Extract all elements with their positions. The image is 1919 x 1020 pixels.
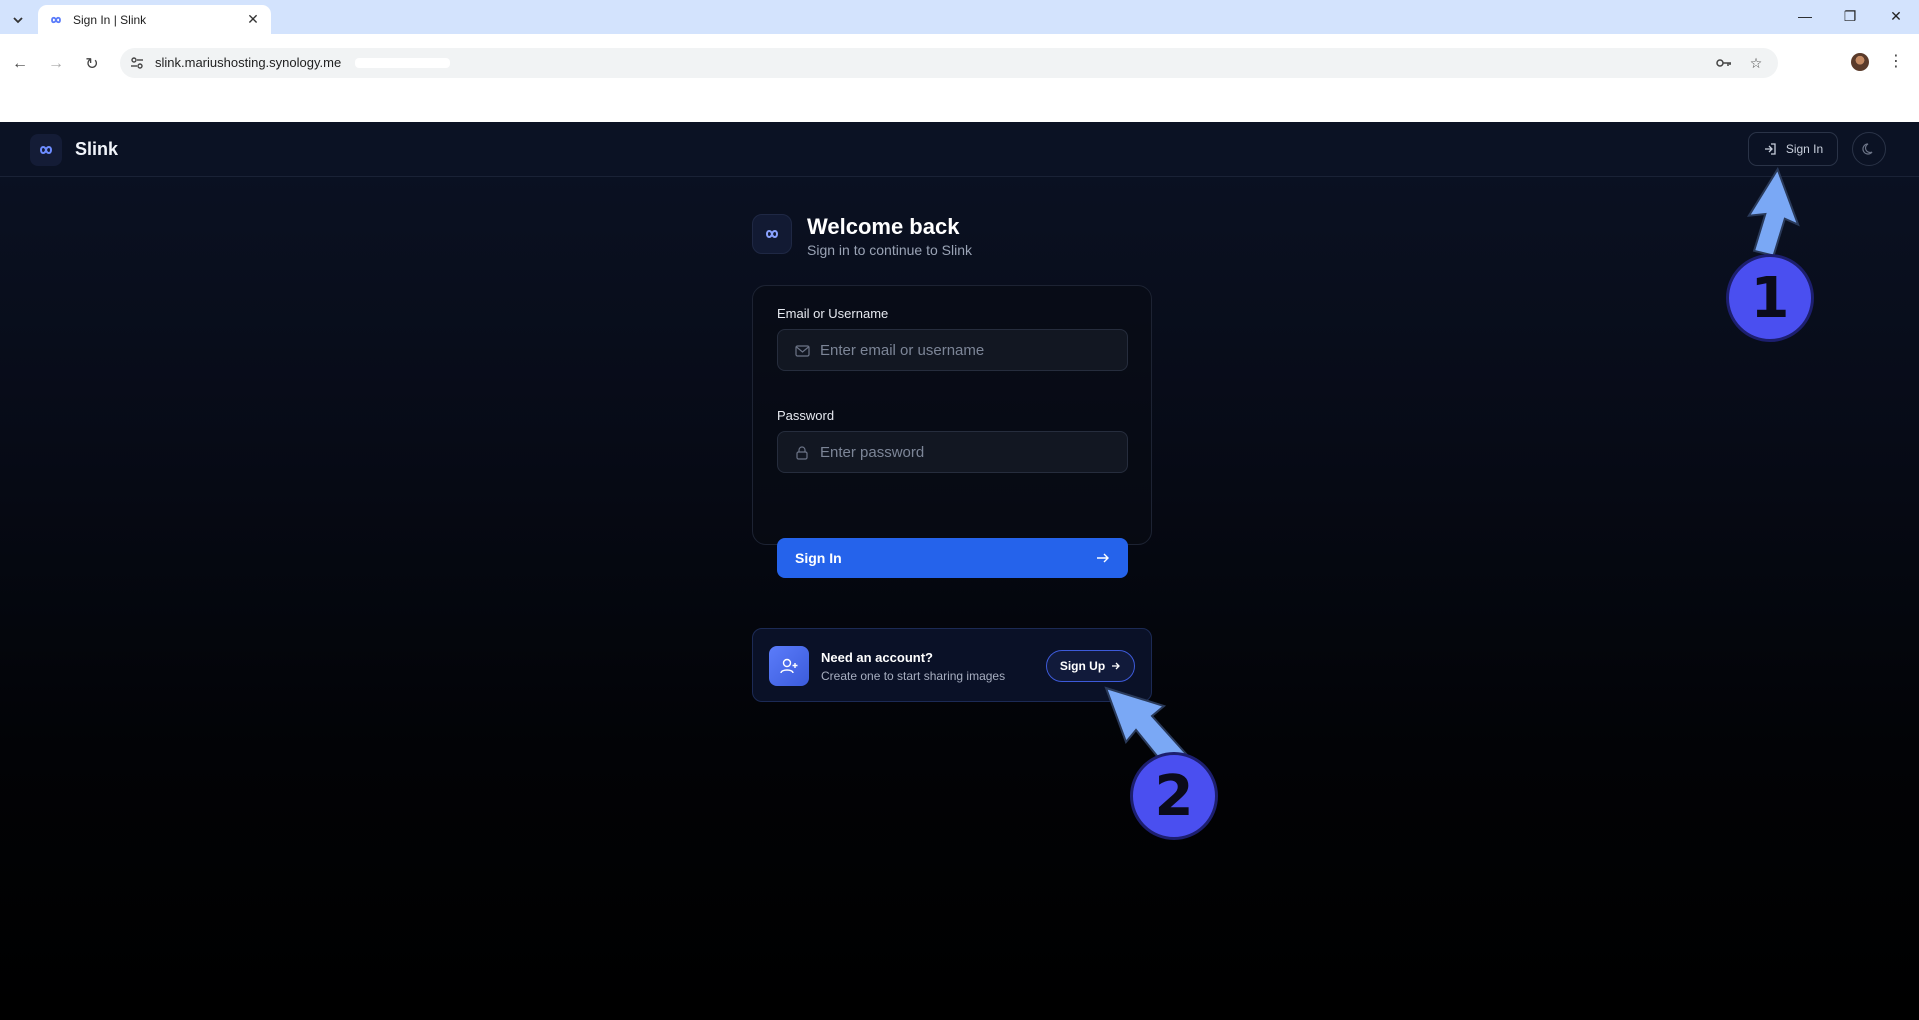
password-key-icon[interactable] <box>1716 55 1732 71</box>
back-arrow-icon[interactable]: ← <box>8 52 32 76</box>
browser-tab[interactable]: Sign In | Slink ✕ <box>38 5 271 34</box>
user-plus-icon <box>769 646 809 686</box>
password-input[interactable] <box>820 443 1110 461</box>
annotation-badge-2: 2 <box>1130 752 1218 840</box>
window-close-icon[interactable]: ✕ <box>1886 8 1906 25</box>
signup-button[interactable]: Sign Up <box>1046 650 1135 682</box>
forward-arrow-icon[interactable]: → <box>44 52 68 76</box>
address-bar[interactable]: slink.mariushosting.synology.me ☆ <box>120 48 1778 78</box>
email-input[interactable] <box>820 341 1110 359</box>
redacted-url-portion <box>355 58 450 68</box>
minimize-icon[interactable]: — <box>1795 8 1815 24</box>
signup-title: Need an account? <box>821 650 933 665</box>
annotation-badge-1: 1 <box>1726 254 1814 342</box>
profile-avatar[interactable] <box>1851 53 1869 71</box>
arrow-right-icon <box>1112 662 1121 670</box>
page-title: Welcome back <box>807 214 960 239</box>
signin-form: Email or Username Password Sign In <box>752 285 1152 578</box>
signup-button-label: Sign Up <box>1059 659 1106 673</box>
browser-menu-icon[interactable]: ⋮ <box>1888 51 1904 71</box>
browser-tabbar: Sign In | Slink ✕ — ❐ ✕ <box>0 0 1919 34</box>
email-label: Email or Username <box>777 306 889 321</box>
restore-icon[interactable]: ❐ <box>1840 8 1860 25</box>
mail-icon <box>794 343 810 359</box>
theme-toggle-button[interactable] <box>1852 132 1886 166</box>
welcome-logo-icon <box>752 214 792 254</box>
email-input-wrapper[interactable] <box>777 329 1128 371</box>
signup-subtitle: Create one to start sharing images <box>821 669 1006 683</box>
reload-icon[interactable]: ↻ <box>80 52 104 76</box>
login-icon <box>1764 143 1776 155</box>
header-signin-button[interactable]: Sign In <box>1748 132 1838 166</box>
arrow-right-icon <box>1097 553 1109 563</box>
tab-search-chevron-icon[interactable] <box>6 8 30 32</box>
site-settings-icon[interactable] <box>130 56 144 70</box>
tab-close-icon[interactable]: ✕ <box>245 11 261 28</box>
signin-submit-label: Sign In <box>795 550 842 566</box>
page-subtitle: Sign in to continue to Slink <box>807 242 972 258</box>
signin-submit-button[interactable]: Sign In <box>777 538 1128 578</box>
url-text: slink.mariushosting.synology.me <box>155 55 342 70</box>
password-label: Password <box>777 408 835 423</box>
brand-name[interactable]: Slink <box>75 139 118 160</box>
password-input-wrapper[interactable] <box>777 431 1128 473</box>
tab-title: Sign In | Slink <box>73 12 147 27</box>
moon-icon <box>1862 143 1873 155</box>
slink-app: Slink Sign In Welcome back Sign in to co… <box>0 122 1919 1020</box>
slink-logo-icon[interactable] <box>30 134 62 166</box>
bookmark-star-icon[interactable]: ☆ <box>1748 55 1764 71</box>
slink-favicon-icon <box>48 15 64 25</box>
app-header: Slink Sign In <box>0 122 1919 177</box>
lock-icon <box>794 445 810 461</box>
header-signin-label: Sign In <box>1785 142 1824 156</box>
signup-card: Need an account? Create one to start sha… <box>752 628 1152 702</box>
